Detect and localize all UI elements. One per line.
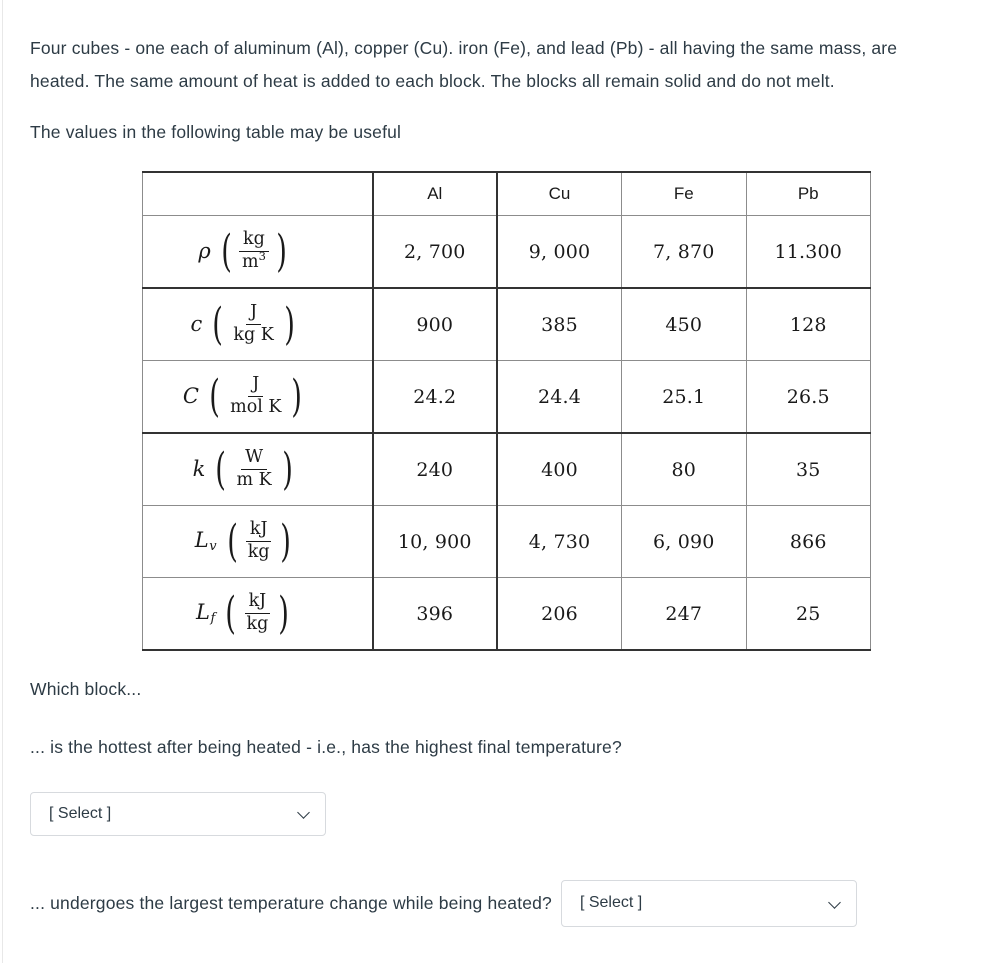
row-symbol: Lf — [196, 599, 216, 627]
cell-c-fe: 25.1 — [621, 360, 747, 434]
table-row: Lf (kJ kg) 396 206 247 25 — [142, 577, 871, 651]
cell-ρ-cu: 9, 000 — [496, 215, 622, 289]
cell-c-al: 24.2 — [371, 360, 498, 434]
cell-lf-pb: 25 — [745, 577, 871, 651]
column-header-pb: Pb — [745, 171, 871, 216]
table-corner-cell — [142, 171, 373, 216]
row-label-lv: Lv (kJ kg) — [142, 505, 373, 578]
unit-numerator: kJ — [244, 592, 271, 614]
page-left-border — [2, 0, 3, 963]
unit-denominator: mol K — [230, 397, 282, 417]
cell-c-cu: 385 — [496, 287, 622, 361]
column-header-cu: Cu — [496, 171, 622, 216]
questions-lead-in: Which block... — [30, 679, 142, 699]
unit-denominator: kg — [246, 614, 269, 634]
row-symbol: k — [192, 457, 206, 481]
table-row: C (Jmol K) 24.2 24.4 25.1 26.5 — [142, 360, 871, 434]
question-1-text: ... is the hottest after being heated - … — [30, 737, 622, 757]
question-2-select-value: [ Select ] — [579, 894, 643, 911]
table-row: ρ (kg m3) 2, 700 9, 000 7, 870 11.300 — [142, 215, 871, 289]
question-content: Four cubes - one each of aluminum (Al), … — [30, 0, 975, 927]
row-label-c: c (Jkg K) — [142, 287, 373, 361]
question-2-text: ... undergoes the largest temperature ch… — [30, 892, 552, 913]
cell-k-fe: 80 — [621, 432, 747, 506]
unit-denominator: kg — [247, 542, 270, 562]
table-intro-text: The values in the following table may be… — [30, 122, 402, 142]
row-symbol: ρ — [198, 239, 211, 263]
table-row: Lv (kJ kg) 10, 900 4, 730 6, 090 866 — [142, 505, 871, 578]
cell-ρ-al: 2, 700 — [371, 215, 498, 289]
cell-lv-pb: 866 — [745, 505, 871, 578]
question-1-select[interactable]: [ Select ] — [30, 791, 326, 836]
unit-denominator: m K — [236, 470, 272, 490]
column-header-al: Al — [371, 171, 498, 216]
cell-lf-al: 396 — [371, 577, 498, 651]
cell-k-cu: 400 — [496, 432, 622, 506]
question-2-select[interactable]: [ Select ] — [560, 879, 857, 927]
row-symbol: Lv — [194, 527, 217, 555]
row-unit: (kg m3) — [221, 225, 287, 277]
cell-ρ-pb: 11.300 — [745, 215, 871, 289]
table-row: k (Wm K) 240 400 80 35 — [142, 432, 871, 506]
table-row: c (Jkg K) 900 385 450 128 — [142, 287, 871, 361]
cell-lf-cu: 206 — [496, 577, 622, 651]
cell-c-pb: 26.5 — [745, 360, 871, 434]
row-label-ρ: ρ (kg m3) — [142, 215, 373, 289]
question-1-select-value: [ Select ] — [49, 804, 112, 822]
row-unit: (Jmol K) — [209, 370, 303, 422]
unit-denominator: kg K — [233, 325, 274, 345]
row-label-c: C (Jmol K) — [142, 360, 373, 434]
cell-lf-fe: 247 — [621, 577, 747, 651]
unit-denominator: m3 — [241, 249, 266, 272]
unit-numerator: W — [241, 448, 268, 470]
unit-numerator: J — [248, 375, 264, 397]
column-header-fe: Fe — [621, 171, 747, 216]
cell-ρ-fe: 7, 870 — [621, 215, 747, 289]
row-label-k: k (Wm K) — [142, 432, 373, 506]
unit-numerator: kJ — [245, 520, 272, 542]
row-symbol: C — [182, 384, 199, 408]
table-header-row: Al Cu Fe Pb — [142, 171, 871, 216]
chevron-down-icon — [829, 897, 842, 910]
cell-lv-cu: 4, 730 — [496, 505, 622, 578]
cell-c-al: 900 — [371, 287, 498, 361]
question-2-row: ... undergoes the largest temperature ch… — [30, 879, 975, 927]
cell-k-pb: 35 — [745, 432, 871, 506]
cell-c-pb: 128 — [745, 287, 871, 361]
cell-k-al: 240 — [371, 432, 498, 506]
cell-c-cu: 24.4 — [496, 360, 622, 434]
cell-c-fe: 450 — [621, 287, 747, 361]
row-label-lf: Lf (kJ kg) — [142, 577, 373, 651]
cell-lv-fe: 6, 090 — [621, 505, 747, 578]
row-unit: (kJ kg) — [225, 587, 290, 639]
unit-numerator: J — [246, 303, 262, 325]
row-unit: (Jkg K) — [212, 298, 295, 350]
material-properties-table: Al Cu Fe Pb ρ (kg m3) 2, 700 9, 000 7, 870 11.… — [142, 171, 871, 651]
chevron-down-icon — [298, 807, 311, 820]
properties-table-container: Al Cu Fe Pb ρ (kg m3) 2, 700 9, 000 7, 870 11.… — [142, 171, 871, 651]
row-symbol: c — [190, 312, 203, 336]
row-unit: (Wm K) — [215, 443, 293, 495]
intro-paragraph: Four cubes - one each of aluminum (Al), … — [30, 38, 898, 91]
row-unit: (kJ kg) — [226, 515, 291, 567]
cell-lv-al: 10, 900 — [371, 505, 498, 578]
